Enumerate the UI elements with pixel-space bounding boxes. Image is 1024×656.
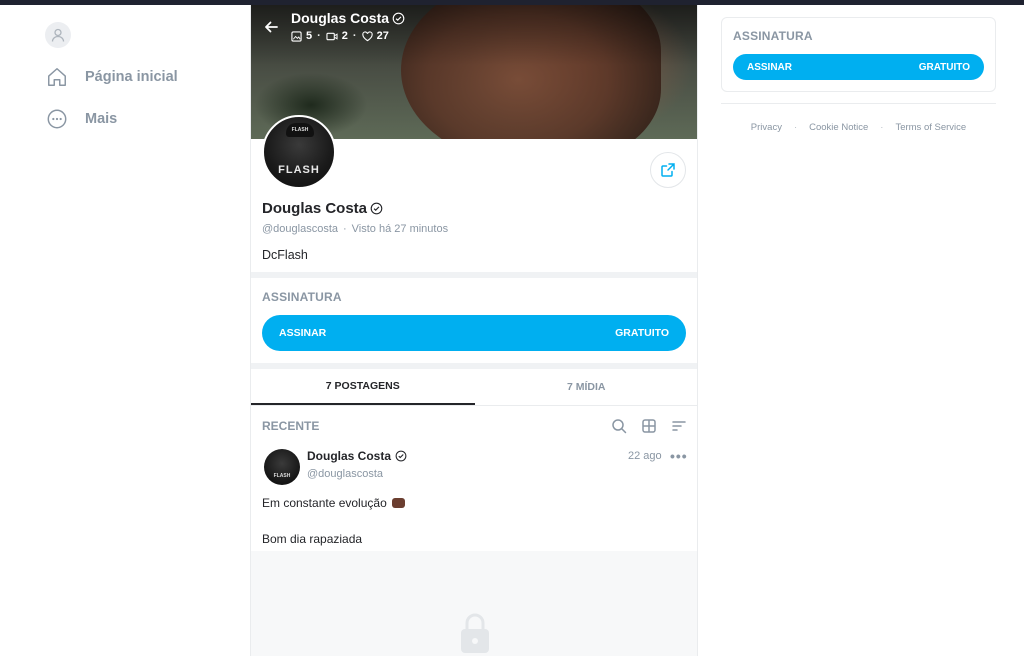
verified-icon bbox=[370, 202, 383, 215]
sidebar-item-more[interactable]: Mais bbox=[46, 108, 117, 130]
profile-handle[interactable]: @douglascosta bbox=[262, 223, 338, 235]
sidebar: Página inicial Mais bbox=[0, 5, 250, 656]
videos-count: 2 bbox=[326, 30, 348, 42]
image-icon bbox=[291, 30, 302, 42]
post-more-menu[interactable]: ••• bbox=[670, 448, 688, 464]
sidebar-item-label: Mais bbox=[85, 111, 118, 127]
back-arrow-icon[interactable] bbox=[263, 19, 279, 35]
locked-media[interactable] bbox=[251, 551, 697, 656]
post-author-name[interactable]: Douglas Costa bbox=[307, 449, 407, 463]
home-icon bbox=[48, 68, 66, 86]
share-icon bbox=[661, 163, 675, 177]
profile-bio: DcFlash bbox=[262, 248, 308, 262]
fist-emoji-icon bbox=[391, 498, 405, 508]
post-text-line: Em constante evolução bbox=[262, 496, 405, 510]
post-text-line: Bom dia rapaziada bbox=[262, 532, 363, 546]
verified-icon bbox=[392, 12, 405, 24]
last-seen: Visto há 27 minutos bbox=[351, 223, 449, 235]
profile-meta: @douglascosta · Visto há 27 minutos bbox=[262, 223, 449, 235]
more-circle-icon bbox=[47, 109, 67, 129]
subscription-section: ASSINATURA ASSINAR GRATUITO bbox=[262, 290, 687, 351]
sort-icon[interactable] bbox=[671, 418, 687, 434]
subscription-title: ASSINATURA bbox=[733, 29, 813, 43]
content-tabs: 7 POSTAGENS 7 MÍDIA bbox=[251, 369, 698, 406]
right-subscription-card: ASSINATURA ASSINAR GRATUITO bbox=[721, 17, 996, 92]
post-author-avatar[interactable]: FLASH bbox=[264, 449, 300, 485]
share-button[interactable] bbox=[650, 152, 686, 188]
profile-avatar[interactable]: FLASH FLASH bbox=[262, 115, 336, 189]
post-time: 22 ago bbox=[628, 450, 662, 462]
likes-count: 27 bbox=[361, 30, 389, 42]
user-icon bbox=[51, 28, 65, 42]
grid-view-icon[interactable] bbox=[641, 418, 657, 434]
user-avatar[interactable] bbox=[45, 22, 71, 48]
profile-column: Douglas Costa 5 · 2 · 27 FLASH FLASH Dou… bbox=[250, 5, 698, 656]
profile-name: Douglas Costa bbox=[262, 200, 687, 217]
post-author-handle[interactable]: @douglascosta bbox=[307, 468, 383, 480]
cover-header: Douglas Costa 5 · 2 · 27 bbox=[263, 10, 405, 42]
right-divider bbox=[721, 103, 996, 104]
profile-info: Douglas Costa @douglascosta · Visto há 2… bbox=[262, 200, 687, 262]
lock-icon bbox=[460, 613, 489, 653]
subscribe-button[interactable]: ASSINAR GRATUITO bbox=[733, 54, 984, 80]
subscription-title: ASSINATURA bbox=[262, 290, 342, 304]
verified-icon bbox=[395, 450, 407, 462]
search-icon[interactable] bbox=[611, 418, 627, 434]
privacy-link[interactable]: Privacy bbox=[751, 122, 782, 133]
cover-profile-name: Douglas Costa bbox=[291, 10, 405, 26]
feed-toolbar: RECENTE bbox=[262, 415, 687, 437]
photos-count: 5 bbox=[291, 30, 312, 42]
subscribe-button[interactable]: ASSINAR GRATUITO bbox=[262, 315, 686, 351]
cover-image: Douglas Costa 5 · 2 · 27 bbox=[251, 5, 697, 139]
sidebar-item-home[interactable]: Página inicial bbox=[46, 66, 178, 88]
sidebar-item-label: Página inicial bbox=[85, 69, 178, 85]
tab-posts[interactable]: 7 POSTAGENS bbox=[251, 369, 475, 405]
tab-media[interactable]: 7 MÍDIA bbox=[475, 369, 698, 405]
footer-links: Privacy · Cookie Notice · Terms of Servi… bbox=[750, 122, 967, 133]
profile-stats: 5 · 2 · 27 bbox=[291, 30, 405, 42]
cookie-notice-link[interactable]: Cookie Notice bbox=[809, 122, 868, 133]
feed-section-label: RECENTE bbox=[262, 419, 320, 433]
video-icon bbox=[326, 32, 338, 40]
heart-icon bbox=[361, 30, 373, 41]
terms-link[interactable]: Terms of Service bbox=[895, 122, 966, 133]
section-divider bbox=[251, 272, 697, 278]
